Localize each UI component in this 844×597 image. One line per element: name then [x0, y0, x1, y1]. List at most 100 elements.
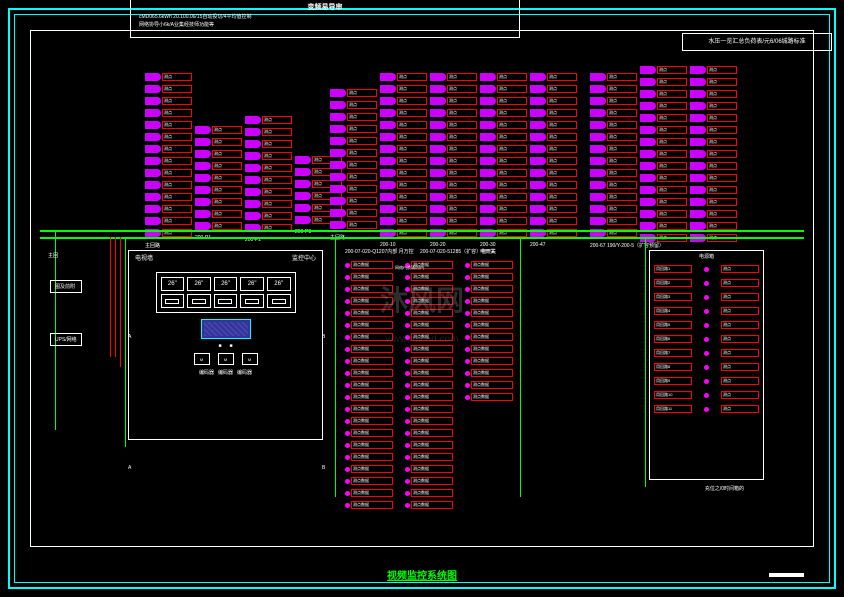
signal-label: 测点数据 — [351, 501, 393, 509]
module-icon — [480, 145, 496, 153]
power-left: 用回路5 — [654, 321, 692, 329]
module-label: 测点 — [707, 162, 737, 170]
panel-cell: 测点 — [245, 175, 292, 185]
panel-cell: 测点 — [430, 96, 477, 106]
module-label: 测点 — [447, 181, 477, 189]
module-label: 测点 — [347, 173, 377, 181]
label-b2: B — [322, 465, 325, 471]
mid-column: 测点数据测点数据测点数据测点数据测点数据测点数据测点数据测点数据测点数据测点数据… — [405, 260, 453, 510]
node-dot-icon — [704, 337, 709, 342]
module-label: 测点 — [212, 222, 242, 230]
module-icon — [145, 205, 161, 213]
module-label: 测点 — [707, 78, 737, 86]
signal-cell: 测点数据 — [345, 368, 393, 378]
panel-cell: 测点 — [430, 168, 477, 178]
module-icon — [145, 109, 161, 117]
node-dot-icon — [704, 351, 709, 356]
panel-cell: 测点 — [690, 149, 737, 159]
ip-label: 网络P(浪涌防护) — [395, 265, 424, 271]
right-panel: 电源箱 用回路1测点用回路2测点用回路3测点用回路4测点用回路5测点用回路6测点… — [649, 250, 764, 480]
panel-cell: 测点 — [380, 96, 427, 106]
module-icon — [330, 89, 346, 97]
module-label: 测点 — [447, 73, 477, 81]
panel-cell: 测点 — [245, 163, 292, 173]
panel-cell: 测点 — [430, 72, 477, 82]
panel-column: 测点测点测点测点测点测点测点测点测点测点测点测点测点测点200-47 — [530, 72, 577, 248]
module-label: 测点 — [607, 121, 637, 129]
module-icon — [295, 168, 311, 176]
module-label: 测点 — [707, 138, 737, 146]
signal-label: 测点数据 — [351, 393, 393, 401]
module-label: 测点 — [347, 101, 377, 109]
module-icon — [430, 169, 446, 177]
signal-label: 测点数据 — [411, 441, 453, 449]
signal-cell: 测点数据 — [465, 380, 513, 390]
module-icon — [245, 176, 261, 184]
signal-label: 测点数据 — [411, 405, 453, 413]
module-icon — [640, 66, 656, 74]
module-icon — [530, 121, 546, 129]
col-label: 200-07-020-Q1207内部 月万控 — [345, 248, 414, 255]
module-label: 测点 — [347, 137, 377, 145]
node-dot-icon — [405, 347, 410, 352]
panel-cell: 测点 — [330, 124, 377, 134]
node-dot-icon — [345, 287, 350, 292]
module-label: 测点 — [262, 212, 292, 220]
node-dot-icon — [704, 281, 709, 286]
monitor-header-right: 监控中心 — [292, 253, 316, 262]
signal-cell: 测点数据 — [465, 344, 513, 354]
module-label: 测点 — [707, 114, 737, 122]
module-icon — [590, 133, 606, 141]
panel-cell: 测点 — [640, 149, 687, 159]
module-icon — [430, 73, 446, 81]
module-icon — [380, 121, 396, 129]
label-a2: A — [128, 465, 131, 471]
node-dot-icon — [405, 419, 410, 424]
module-label: 测点 — [447, 109, 477, 117]
module-icon — [530, 157, 546, 165]
panel-column: 测点测点测点测点测点测点测点测点测点测点测点测点测点测点主回路 — [145, 72, 192, 249]
module-icon — [690, 126, 706, 134]
node-label: 主回 — [48, 252, 58, 259]
power-right: 测点 — [721, 377, 759, 385]
node-dot-icon — [345, 407, 350, 412]
right-box-bottom-label: 充位之/0时间箱的 — [705, 485, 744, 492]
panel-cell: 测点 — [690, 209, 737, 219]
keyboard-icon — [245, 299, 259, 304]
module-icon — [690, 102, 706, 110]
encoder-device: M — [218, 353, 234, 365]
node-dot-icon — [704, 393, 709, 398]
module-icon — [590, 145, 606, 153]
power-right: 测点 — [721, 335, 759, 343]
module-label: 测点 — [447, 121, 477, 129]
panel-column: 测点测点测点测点测点测点测点测点测点测点测点测点测点测点200-30 — [480, 72, 527, 248]
signal-cell: 测点数据 — [465, 296, 513, 306]
signal-cell: 测点数据 — [345, 392, 393, 402]
node-dot-icon — [465, 311, 470, 316]
aux-block-1: 图及前附 — [50, 280, 82, 293]
signal-label: 测点数据 — [411, 273, 453, 281]
module-label: 测点 — [707, 66, 737, 74]
signal-cell: 测点数据 — [345, 476, 393, 486]
module-label: 测点 — [657, 198, 687, 206]
node-dot-icon — [704, 379, 709, 384]
signal-cell: 测点数据 — [345, 464, 393, 474]
panel-cell: 测点 — [145, 132, 192, 142]
panel-cell: 测点 — [530, 168, 577, 178]
node-dot-icon — [345, 359, 350, 364]
panel-cell: 测点 — [640, 125, 687, 135]
panel-cell: 测点 — [690, 101, 737, 111]
module-label: 测点 — [497, 109, 527, 117]
module-label: 测点 — [447, 97, 477, 105]
panel-cell: 测点 — [480, 180, 527, 190]
module-icon — [430, 97, 446, 105]
panel-cell: 测点 — [145, 168, 192, 178]
panel-cell: 测点 — [480, 132, 527, 142]
node-dot-icon — [704, 323, 709, 328]
power-right: 测点 — [721, 265, 759, 273]
module-icon — [330, 221, 346, 229]
module-icon — [480, 169, 496, 177]
module-label: 测点 — [657, 126, 687, 134]
signal-label: 测点数据 — [411, 309, 453, 317]
power-left: 用回路4 — [654, 307, 692, 315]
